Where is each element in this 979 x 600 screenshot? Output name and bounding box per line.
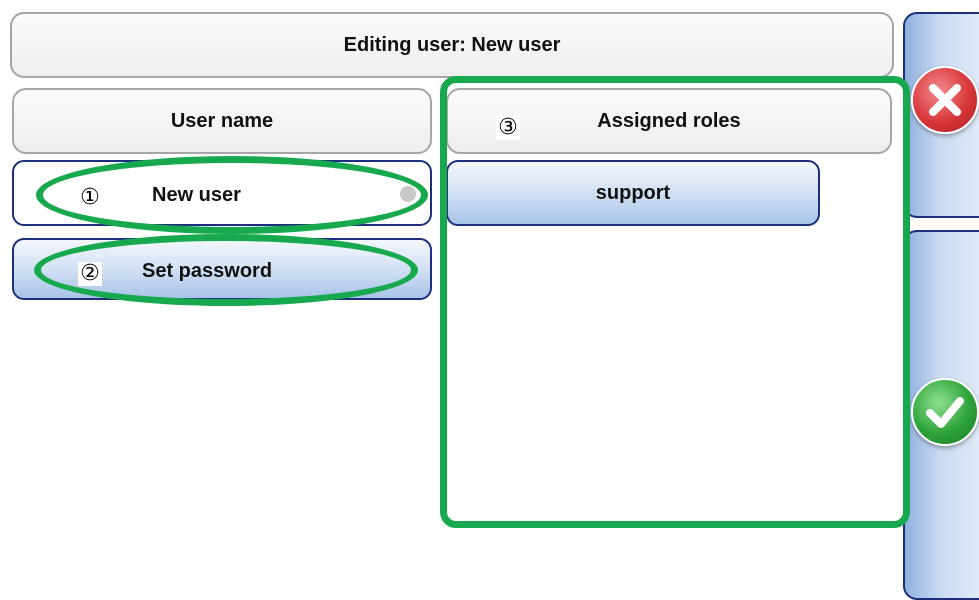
callout-1: ①	[78, 186, 102, 210]
user-name-value: New user	[152, 184, 241, 206]
roles-list[interactable]	[446, 232, 892, 522]
input-clear-icon[interactable]	[400, 186, 416, 202]
confirm-button[interactable]	[903, 230, 979, 600]
callout-2: ②	[78, 262, 102, 286]
user-name-input[interactable]: New user	[12, 160, 432, 226]
set-password-label: Set password	[142, 260, 273, 282]
role-item-label: support	[595, 181, 671, 204]
assigned-roles-label: Assigned roles	[597, 109, 741, 132]
set-password-button[interactable]: Set password	[12, 238, 432, 300]
callout-3: ③	[496, 116, 520, 140]
user-name-header-label: User name	[170, 109, 274, 132]
role-item-support[interactable]: support	[446, 160, 820, 226]
page-title-bar: Editing user: New user	[10, 12, 894, 78]
close-icon	[911, 66, 979, 134]
user-name-header: User name	[12, 88, 432, 154]
page-title: Editing user: New user	[343, 33, 561, 56]
cancel-button[interactable]	[903, 12, 979, 218]
checkmark-icon	[911, 378, 979, 446]
